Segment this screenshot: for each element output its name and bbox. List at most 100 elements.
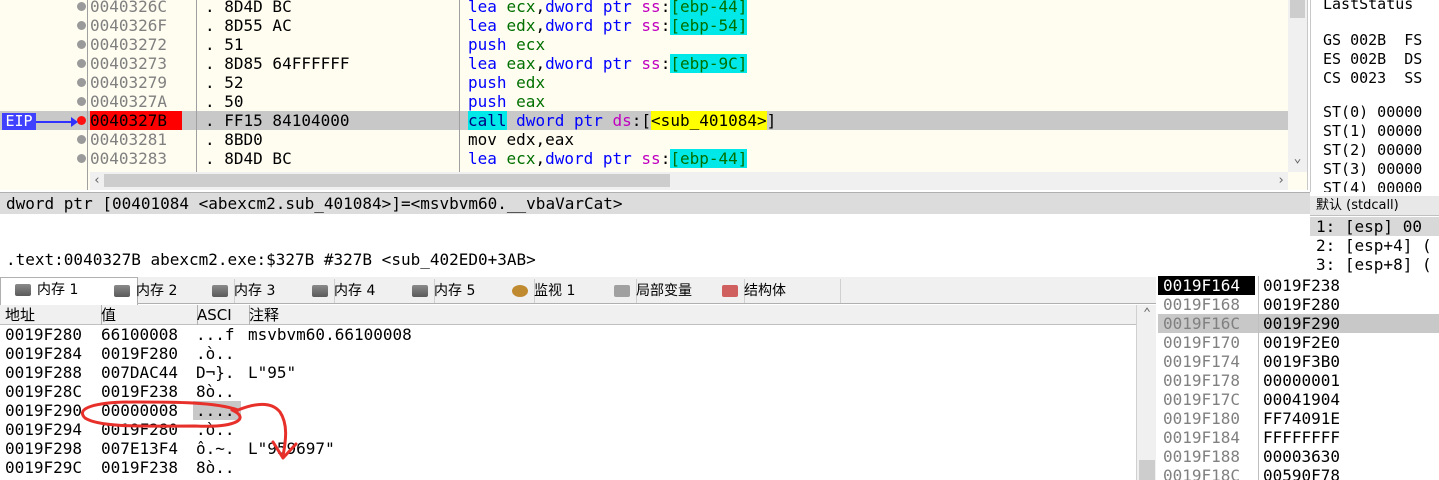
- arg-row[interactable]: 3: [esp+8] (: [1316, 255, 1432, 274]
- register-segment[interactable]: GS 002B FS: [1323, 31, 1422, 50]
- operand: ss: [641, 54, 661, 73]
- info-pane: dword ptr [00401084 <abexcm2.sub_401084>…: [0, 192, 1310, 274]
- column-header-comment[interactable]: 注释: [244, 305, 1141, 325]
- memory-dump-pane[interactable]: 地址 值 ASCI 注释 0019F280 66100008 ...f msvbvm6…: [0, 305, 1156, 480]
- dump-row[interactable]: 0019F288 007DAC44 D¬}. L"95": [0, 363, 1136, 382]
- register-segment[interactable]: ES 002B DS: [1323, 50, 1422, 69]
- scroll-down-icon[interactable]: ⌄: [1288, 150, 1307, 170]
- register-fpu[interactable]: ST(4) 00000: [1323, 179, 1422, 192]
- scrollbar-thumb[interactable]: [1290, 0, 1305, 18]
- column-divider: [1258, 276, 1259, 480]
- scroll-left-icon[interactable]: ‹: [90, 172, 104, 190]
- dump-row[interactable]: 0019F284 0019F280 .ò..: [0, 344, 1136, 363]
- breakpoint-icon[interactable]: [77, 116, 86, 125]
- disasm-row[interactable]: 00403279 . 52 push edx: [0, 73, 1288, 92]
- dump-ascii: .ò..: [196, 344, 235, 363]
- breakpoint-slot-icon[interactable]: [77, 59, 86, 68]
- breakpoint-slot-icon[interactable]: [77, 154, 86, 163]
- operand: dword ptr: [545, 149, 642, 168]
- stack-value: 00590F78: [1263, 466, 1341, 480]
- breakpoint-slot-icon[interactable]: [77, 97, 86, 106]
- dump-address: 0019F284: [5, 344, 83, 363]
- operand: :: [660, 149, 671, 168]
- stack-row[interactable]: 0019F164 0019F238: [1158, 276, 1439, 295]
- dump-row[interactable]: 0019F294 0019F280 .ò..: [0, 420, 1136, 439]
- call-args-pane[interactable]: 默认 (stdcall) 1: [esp] 00 2: [esp+4] ( 3:…: [1310, 196, 1439, 274]
- stack-address: 0019F170: [1163, 333, 1241, 352]
- dump-address: 0019F294: [5, 420, 83, 439]
- stack-row[interactable]: 0019F178 00000001: [1158, 371, 1439, 390]
- dump-value: 0019F238: [101, 382, 179, 401]
- dump-row[interactable]: 0019F28C 0019F238 8ò..: [0, 382, 1136, 401]
- dump-vertical-scrollbar[interactable]: ⌃: [1136, 305, 1156, 480]
- memory-icon: [312, 285, 328, 297]
- memory-icon: [15, 284, 31, 296]
- arg-row[interactable]: 1: [esp] 00: [1310, 217, 1439, 236]
- operand: :: [631, 111, 642, 130]
- dump-row[interactable]: 0019F29C 0019F238 8ò..: [0, 458, 1136, 477]
- stack-row[interactable]: 0019F18C 00590F78: [1158, 466, 1439, 480]
- operand: ,: [535, 16, 546, 35]
- register-fpu[interactable]: ST(1) 00000: [1323, 122, 1422, 141]
- disasm-row[interactable]: 00403281 . 8BD0 mov edx,eax: [0, 130, 1288, 149]
- disasm-row[interactable]: 0040326C . 8D4D BC lea ecx,dword ptr ss:[e…: [0, 0, 1288, 16]
- dump-row[interactable]: 0019F280 66100008 ...f msvbvm60.66100008: [0, 325, 1136, 344]
- column-header-ascii[interactable]: ASCI: [192, 305, 250, 325]
- disasm-row-current[interactable]: 0040327B . FF15 84104000 call dword ptr ds…: [0, 111, 1288, 130]
- dump-ascii: 8ò..: [196, 382, 235, 401]
- stack-row[interactable]: 0019F184 FFFFFFFF: [1158, 428, 1439, 447]
- register-segment[interactable]: CS 0023 SS: [1323, 69, 1422, 88]
- stack-pane[interactable]: 0019F164 0019F238 0019F168 0019F280 0019F16C…: [1158, 276, 1439, 480]
- column-header-value[interactable]: 值: [96, 305, 198, 325]
- instruction-address: 00403283: [90, 149, 168, 168]
- dump-ascii: ....: [196, 401, 235, 420]
- operand: [: [641, 111, 652, 130]
- scroll-right-icon[interactable]: ›: [1274, 172, 1288, 190]
- dump-row[interactable]: 0019F290 00000008....: [0, 401, 1136, 420]
- stack-row[interactable]: 0019F16C 0019F290: [1158, 314, 1439, 333]
- disassembly-pane[interactable]: 0040326C. 8D4D BC lea ecx,dword ptr ss:[e…: [0, 0, 1308, 190]
- breakpoint-slot-icon[interactable]: [77, 2, 86, 11]
- calling-convention-select[interactable]: 默认 (stdcall): [1310, 196, 1439, 216]
- register-fpu[interactable]: ST(2) 00000: [1323, 141, 1422, 160]
- stack-row[interactable]: 0019F168 0019F280: [1158, 295, 1439, 314]
- stack-row[interactable]: 0019F188 00003630: [1158, 447, 1439, 466]
- tab-8[interactable]: 结构体: [708, 279, 841, 303]
- stack-value: 00041904: [1263, 390, 1341, 409]
- column-header-address[interactable]: 地址: [0, 305, 102, 325]
- register-fpu[interactable]: ST(3) 00000: [1323, 160, 1422, 179]
- register-fpu[interactable]: ST(0) 00000: [1323, 103, 1422, 122]
- disasm-row[interactable]: 0040327A . 50 push eax: [0, 92, 1288, 111]
- registers-pane[interactable]: LastStatus GS 002B FS ES 002B DS CS 0023…: [1310, 0, 1439, 192]
- arg-row[interactable]: 2: [esp+4] (: [1316, 236, 1432, 255]
- disasm-row[interactable]: 00403283 . 8D4D BC lea ecx,dword ptr ss:[e…: [0, 149, 1288, 168]
- tab-label: 内存 4: [334, 283, 376, 299]
- breakpoint-slot-icon[interactable]: [77, 40, 86, 49]
- instruction-bytes: . 8D55 AC: [205, 16, 292, 35]
- breakpoint-slot-icon[interactable]: [77, 21, 86, 30]
- disasm-row[interactable]: 00403272 . 51 push ecx: [0, 35, 1288, 54]
- stack-row[interactable]: 0019F180 FF74091E: [1158, 409, 1439, 428]
- scrollbar-thumb[interactable]: [1139, 460, 1155, 480]
- instruction-bytes: . 8D85 64FFFFFF: [205, 54, 350, 73]
- disasm-row[interactable]: 00403273 . 8D85 64FFFFFF lea eax,dword ptr…: [0, 54, 1288, 73]
- scroll-up-icon[interactable]: ⌃: [1137, 305, 1156, 323]
- stack-address: 0019F168: [1163, 295, 1241, 314]
- disassembly-vertical-scrollbar[interactable]: ⌄: [1288, 0, 1307, 172]
- stack-row[interactable]: 0019F170 0019F2E0: [1158, 333, 1439, 352]
- dump-ascii: D¬}.: [196, 363, 235, 382]
- dump-row[interactable]: 0019F298 007E13F4 ô.~. L"959697": [0, 439, 1136, 458]
- tab-label: 内存 2: [136, 283, 178, 299]
- breakpoint-slot-icon[interactable]: [77, 78, 86, 87]
- stack-row[interactable]: 0019F174 0019F3B0: [1158, 352, 1439, 371]
- stack-row[interactable]: 0019F17C 00041904: [1158, 390, 1439, 409]
- operand: dword ptr: [545, 0, 642, 16]
- disassembly-horizontal-scrollbar[interactable]: ‹ ›: [90, 172, 1288, 190]
- column-divider: [196, 0, 197, 190]
- disasm-row[interactable]: 0040326F . 8D55 AC lea edx,dword ptr ss:[e…: [0, 16, 1288, 35]
- instruction-text: push ecx: [468, 35, 545, 54]
- instruction-address: 00403272: [90, 35, 168, 54]
- mnemonic: push: [468, 73, 507, 92]
- scrollbar-thumb[interactable]: [104, 174, 670, 187]
- breakpoint-slot-icon[interactable]: [77, 135, 86, 144]
